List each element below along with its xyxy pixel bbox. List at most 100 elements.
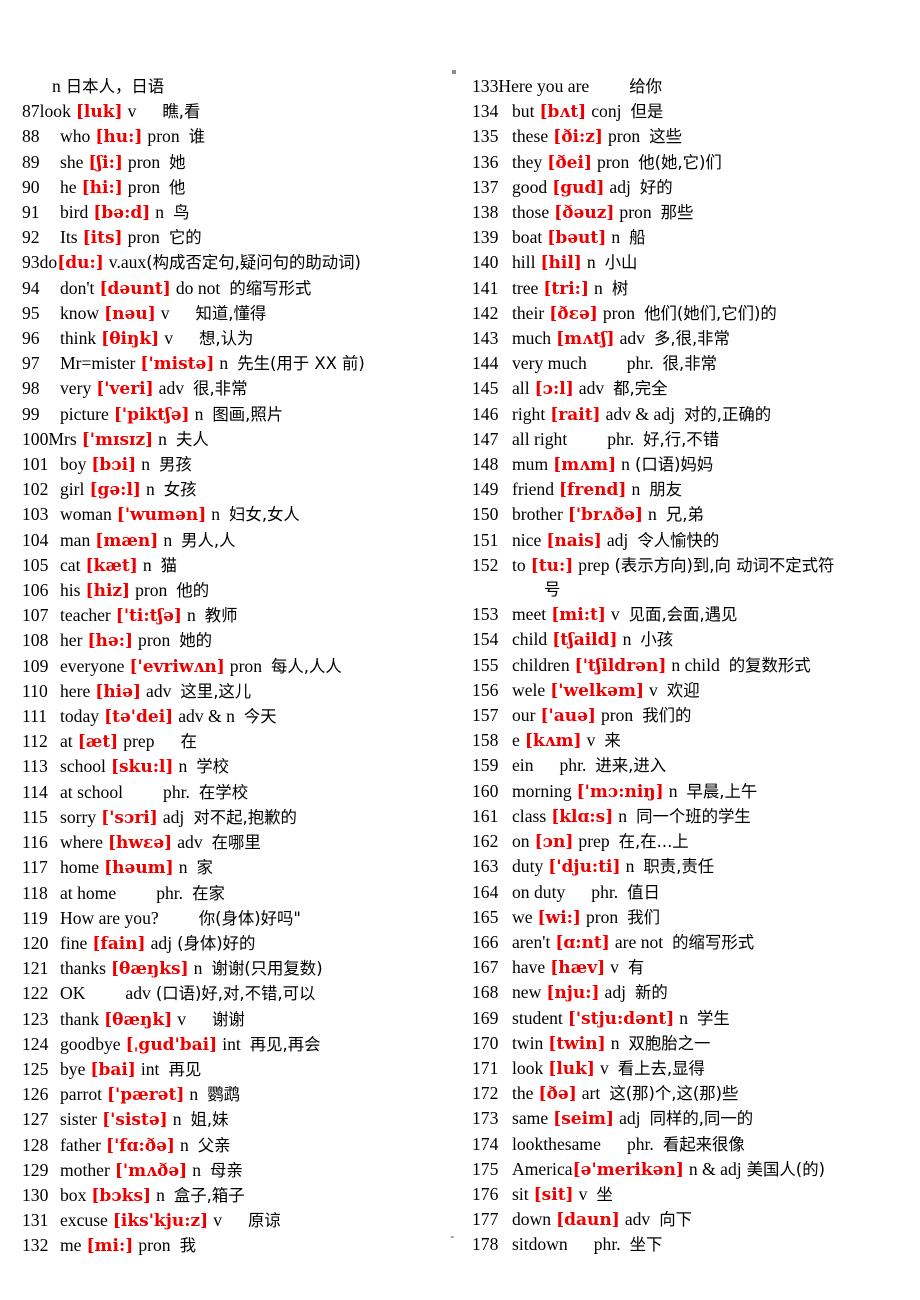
phonetic-transcription: [hil]: [540, 253, 582, 274]
english-word: on: [512, 831, 530, 852]
entry-number: 96: [22, 328, 40, 349]
phonetic-transcription: ['mɔ:niŋ]: [576, 781, 664, 802]
phonetic-transcription: [bɔi]: [91, 455, 137, 476]
part-of-speech: n: [219, 353, 229, 374]
entry-number: 141: [472, 277, 499, 298]
entry-number: 140: [472, 252, 499, 273]
entry-number: 144: [472, 353, 499, 374]
phonetic-transcription: [sit]: [533, 1184, 574, 1205]
entry-body: at [æt] prep 在: [56, 729, 197, 754]
english-word: at home: [60, 882, 117, 903]
chinese-gloss: 向下: [659, 1210, 693, 1230]
vocabulary-entry: 146 right [rait] adv & adj 对的,正确的: [472, 402, 920, 427]
vocabulary-entry: 130 box [bɔks] n 盒子,箱子: [22, 1183, 460, 1208]
part-of-speech: n: [155, 202, 165, 223]
vocabulary-entry: 108 her [hə:] pron 她的: [22, 628, 460, 653]
entry-number: 123: [22, 1008, 49, 1029]
english-word: same: [512, 1108, 549, 1129]
vocabulary-entry: 144 very much phr. 很,非常: [472, 351, 920, 376]
entry-number: 107: [22, 605, 49, 626]
english-word: children: [512, 654, 570, 675]
chinese-gloss: 我们的: [642, 706, 692, 726]
vocabulary-entry: 120 fine [fain] adj (身体)好的: [22, 931, 460, 956]
vocabulary-entry: 170 twin [twin] n 双胞胎之一: [472, 1031, 920, 1056]
entry-body: cat [kæt] n 猫: [56, 553, 177, 578]
entry-number: 159: [472, 755, 499, 776]
entry-number: 167: [472, 957, 499, 978]
english-word: mum: [512, 454, 549, 475]
part-of-speech: pron: [147, 126, 180, 147]
english-word: hill: [512, 252, 536, 273]
entry-number: 136: [472, 151, 499, 172]
vocabulary-entry: 95 know [nəu] v 知道,懂得: [22, 301, 460, 326]
entry-number: 120: [22, 932, 49, 953]
vocabulary-entry: 101 boy [bɔi] n 男孩: [22, 452, 460, 477]
chinese-gloss: 好的: [639, 177, 673, 197]
vocabulary-entry: 137 good [gud] adj 好的: [472, 175, 920, 200]
vocabulary-entry: 172 the [ðə] art 这(那)个,这(那)些: [472, 1081, 920, 1106]
english-word: who: [60, 126, 91, 147]
phonetic-transcription: [mʌm]: [553, 455, 617, 476]
part-of-speech: prep: [578, 831, 610, 852]
chinese-gloss: 看起来很像: [662, 1134, 745, 1154]
entry-body: here [hiə] adv 这里,这儿: [56, 679, 251, 704]
entry-body: bird [bə:d] n 鸟: [56, 200, 189, 225]
part-of-speech: adv: [619, 328, 645, 349]
phonetic-transcription: [θiŋk]: [101, 329, 160, 350]
english-word: we: [512, 906, 533, 927]
vocabulary-entry: 151 nice [nais] adj 令人愉快的: [472, 528, 920, 553]
english-word: very: [60, 378, 92, 399]
chinese-gloss: 父亲: [197, 1135, 231, 1155]
vocabulary-entry: 145 all [ɔ:l] adv 都,完全: [472, 376, 920, 401]
phonetic-transcription: [hwɛə]: [107, 833, 173, 854]
phonetic-transcription: ['dju:ti]: [548, 857, 621, 878]
entry-body: goodbye [ˌgud'bai] int 再见,再会: [56, 1032, 321, 1057]
phonetic-transcription: [du:]: [57, 253, 104, 274]
vocabulary-entry: 119 How are you? 你(身体)好吗": [22, 906, 460, 931]
entry-body: children ['tʃildrən] n child 的复数形式: [508, 653, 811, 678]
entry-number: 132: [22, 1235, 49, 1256]
chinese-gloss: 这里,这儿: [180, 681, 252, 701]
english-word: his: [60, 580, 81, 601]
entry-number: 118: [22, 882, 48, 903]
chinese-gloss: 他: [169, 177, 186, 197]
entry-body: he [hi:] pron 他: [56, 175, 185, 200]
phonetic-transcription: [bai]: [90, 1059, 136, 1080]
vocabulary-entry: 143 much [mʌtʃ] adv 多,很,非常: [472, 326, 920, 351]
phonetic-transcription: [ði:z]: [553, 127, 603, 148]
chinese-gloss: 他的: [176, 581, 210, 601]
chinese-gloss: 姐,妹: [190, 1110, 229, 1130]
part-of-speech: prep: [578, 554, 610, 575]
entry-body: me [mi:] pron 我: [56, 1233, 196, 1258]
entry-body: today [tə'dei] adv & n 今天: [56, 704, 277, 729]
entry-number: 92: [22, 227, 40, 248]
english-word: at: [60, 731, 73, 752]
part-of-speech: pron: [597, 151, 630, 172]
vocabulary-entry: 128 father ['fɑ:ðə] n 父亲: [22, 1133, 460, 1158]
part-of-speech: n: [586, 252, 596, 273]
english-word: meet: [512, 604, 547, 625]
english-word: fine: [60, 932, 88, 953]
english-word: boy: [60, 454, 87, 475]
vocabulary-entry: 141 tree [tri:] n 树: [472, 276, 920, 301]
vocabulary-entry: 103 woman ['wumən] n 妇女,女人: [22, 502, 460, 527]
entry-body: sitdown phr. 坐下: [508, 1232, 662, 1257]
chinese-gloss: 母亲: [209, 1160, 243, 1180]
phonetic-transcription: [hiə]: [95, 681, 142, 702]
chinese-gloss: 对不起,抱歉的: [193, 807, 297, 827]
vocabulary-entry: 115 sorry ['sɔri] adj 对不起,抱歉的: [22, 805, 460, 830]
english-word: goodbye: [60, 1033, 121, 1054]
vocabulary-entry: 100 Mrs ['mɪsɪz] n 夫人: [22, 427, 460, 452]
english-word: all right: [512, 428, 568, 449]
chinese-gloss: 很,非常: [662, 354, 718, 374]
english-word: Mr=mister: [60, 353, 136, 374]
english-word: OK: [60, 983, 86, 1004]
english-word: they: [512, 151, 543, 172]
entry-body: teacher ['ti:tʃə] n 教师: [56, 603, 238, 628]
chinese-gloss: (身体)好的: [177, 933, 256, 953]
part-of-speech: phr.: [559, 755, 587, 776]
chinese-gloss: 对的,正确的: [684, 404, 772, 424]
chinese-gloss: 女孩: [163, 480, 197, 500]
entry-number: 105: [22, 554, 49, 575]
vocabulary-entry: 167 have [hæv] v 有: [472, 955, 920, 980]
